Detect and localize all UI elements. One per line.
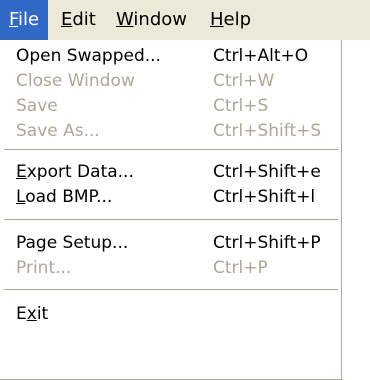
menu-separator xyxy=(4,149,338,151)
menu-file-label: ile xyxy=(18,9,40,30)
menu-item-label: Print... xyxy=(16,258,72,278)
menu-item-exit[interactable]: Exit xyxy=(0,298,341,330)
menu-item-shortcut: Ctrl+P xyxy=(213,258,268,278)
menu-edit-label: dit xyxy=(72,9,96,30)
menu-window-label: indow xyxy=(133,9,187,30)
menu-item-mnemonic: L xyxy=(16,187,26,207)
menu-item-mnemonic: x xyxy=(26,304,37,324)
menu-file-mnemonic: F xyxy=(9,9,19,30)
menu-item-mnemonic: E xyxy=(16,162,27,182)
menu-edit[interactable]: Edit xyxy=(52,0,105,40)
menu-item-load-bmp[interactable]: Load BMP... Ctrl+Shift+l xyxy=(0,181,341,213)
menu-item-save-as: Save As... Ctrl+Shift+S xyxy=(0,115,341,147)
file-menu-dropdown: Open Swapped... Ctrl+Alt+O Close Window … xyxy=(0,40,342,380)
menu-separator xyxy=(4,289,338,291)
menu-separator xyxy=(4,219,338,221)
menu-file[interactable]: File xyxy=(0,0,49,40)
menu-item-label: Exit xyxy=(16,298,48,330)
menubar: File Edit Window Help xyxy=(0,0,370,40)
menu-item-shortcut: Ctrl+Shift+S xyxy=(213,121,322,141)
menu-item-label-rest: xport Data... xyxy=(26,162,134,182)
menu-help[interactable]: Help xyxy=(201,0,260,40)
menu-item-shortcut: Ctrl+Shift+l xyxy=(213,187,316,207)
menu-item-label-rest: oad BMP... xyxy=(25,187,113,207)
menu-item-label-pre: E xyxy=(16,304,27,324)
menu-window-mnemonic: W xyxy=(116,9,134,30)
menu-edit-mnemonic: E xyxy=(61,9,73,30)
menu-help-label: elp xyxy=(223,9,252,30)
menu-item-label: Save As... xyxy=(16,121,100,141)
menu-item-print: Print... Ctrl+P xyxy=(0,252,341,284)
menu-item-label: Load BMP... xyxy=(16,181,112,213)
menu-item-label-rest: it xyxy=(36,304,49,324)
menu-window[interactable]: Window xyxy=(107,0,196,40)
menu-help-mnemonic: H xyxy=(210,9,224,30)
